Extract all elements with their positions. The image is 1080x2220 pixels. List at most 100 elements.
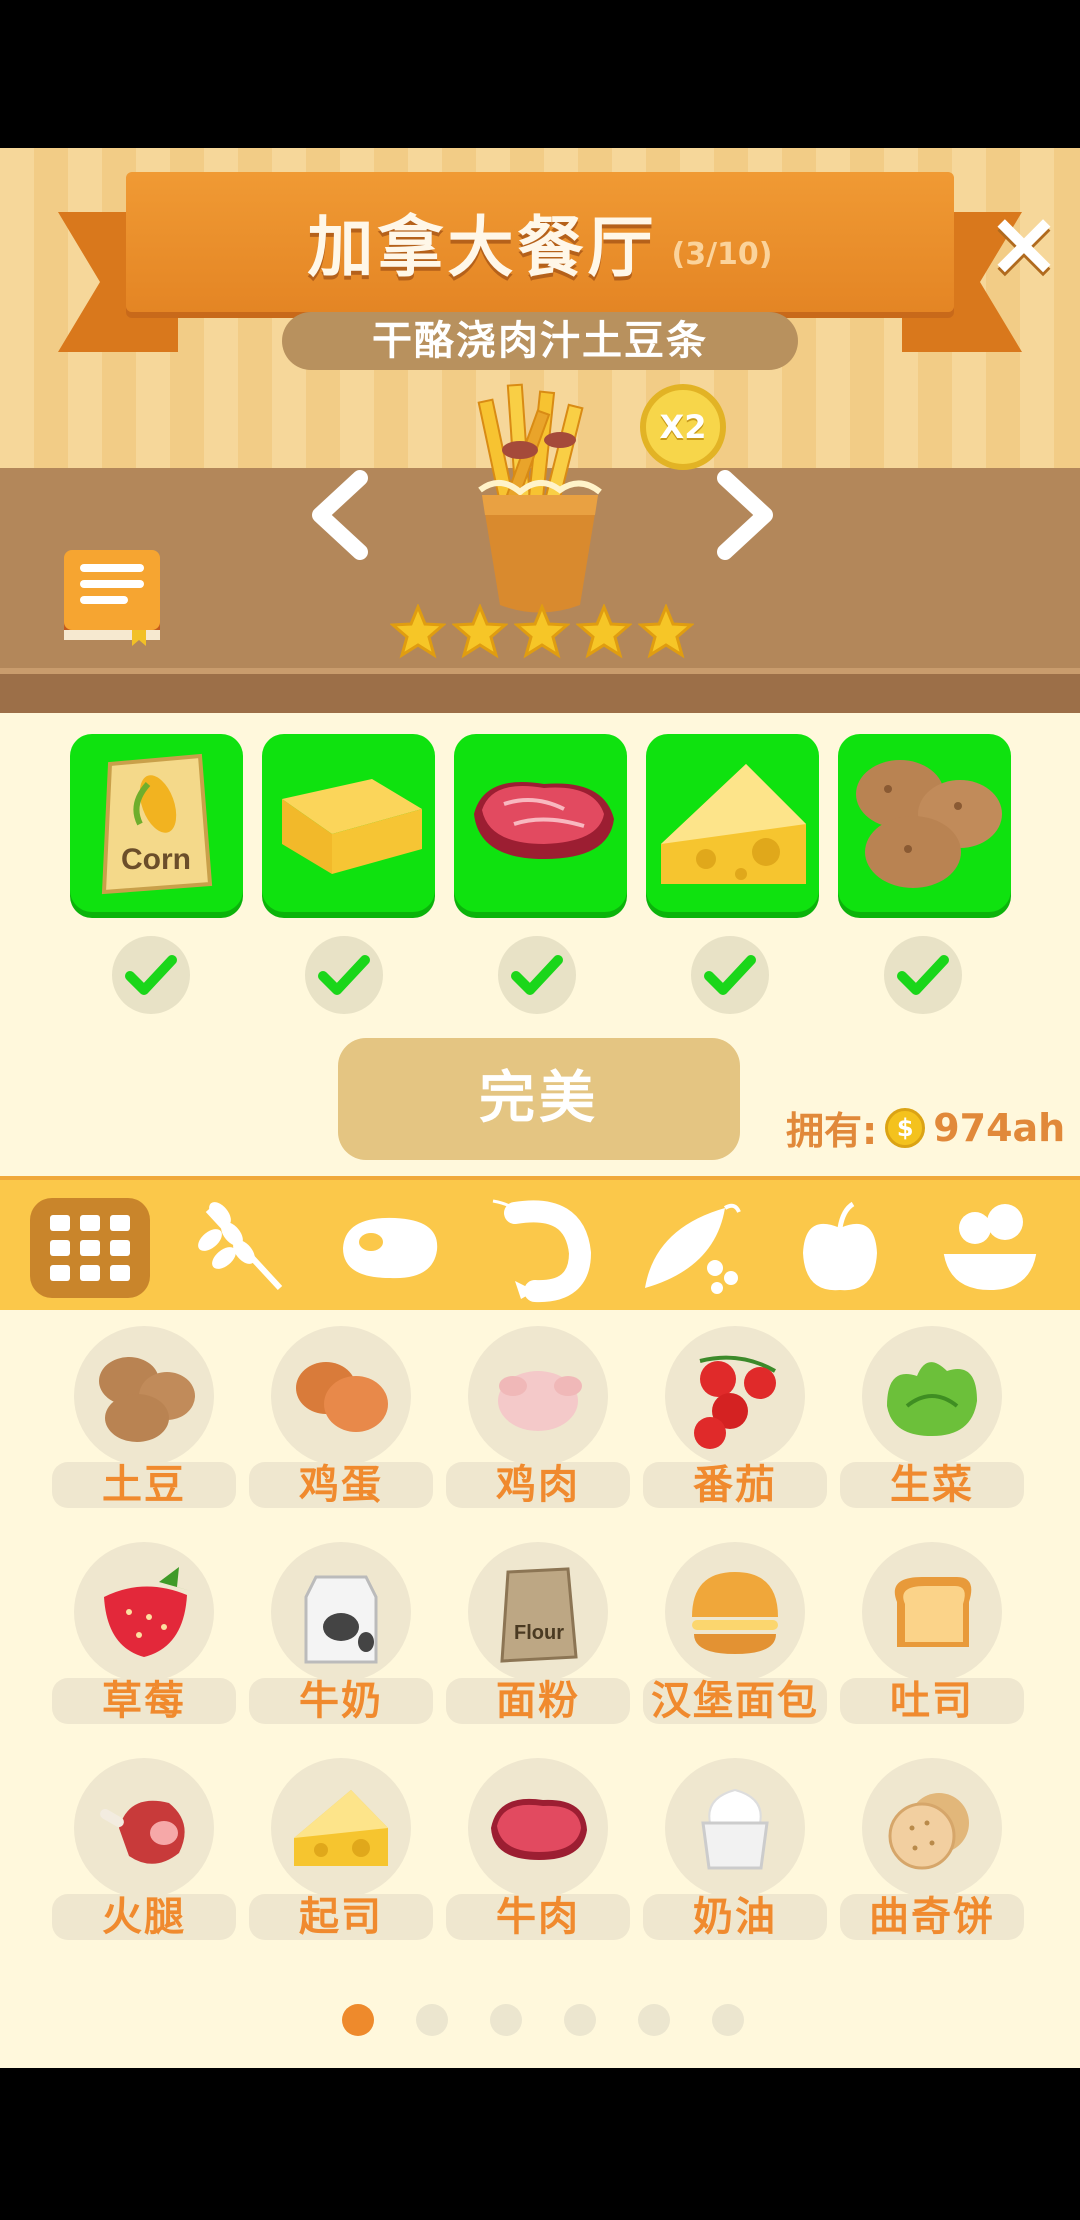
ingredient-slot-cheese[interactable]: [646, 734, 819, 912]
food-icon-container: [665, 1758, 805, 1898]
ham-icon: [100, 1800, 185, 1864]
navigation-bar-area: [0, 2068, 1080, 2220]
all-grid-icon: [50, 1215, 130, 1281]
perfect-button[interactable]: 完美: [338, 1038, 740, 1160]
food-item-chicken[interactable]: 鸡肉: [446, 1326, 630, 1508]
food-icon-container: [665, 1326, 805, 1466]
coin-icon: $: [885, 1107, 926, 1148]
food-icon-container: [862, 1758, 1002, 1898]
food-item-toast[interactable]: 吐司: [840, 1542, 1024, 1724]
status-bar-area: [0, 0, 1080, 148]
svg-text:Flour: Flour: [514, 1622, 564, 1644]
tab-fruit[interactable]: [780, 1198, 900, 1298]
food-item-milk[interactable]: 牛奶: [249, 1542, 433, 1724]
multiplier-badge[interactable]: X2: [640, 384, 726, 470]
recipe-book-icon[interactable]: [60, 546, 164, 646]
food-label: 吐司: [840, 1678, 1024, 1724]
flour-bag-icon: Flour: [500, 1567, 578, 1663]
toast-icon: [894, 1577, 972, 1647]
food-icon-container: [468, 1326, 608, 1466]
restaurant-title: 加拿大餐厅: [307, 209, 658, 286]
food-item-potato[interactable]: 土豆: [52, 1326, 236, 1508]
food-label: 生菜: [840, 1462, 1024, 1508]
page-dot[interactable]: [638, 2004, 670, 2036]
food-icon-container: Flour: [468, 1542, 608, 1682]
cream-icon: [701, 1788, 769, 1870]
food-icon-container: [271, 1326, 411, 1466]
level-progress: (3/10): [671, 236, 773, 272]
food-grid: 土豆 鸡蛋 鸡肉 番茄 生菜 草莓 牛奶 Flour 面粉 汉堡面包 吐司 火腿…: [52, 1326, 1024, 1940]
ingredient-slot-beef[interactable]: [454, 734, 627, 912]
food-item-flour[interactable]: Flour 面粉: [446, 1542, 630, 1724]
food-item-egg[interactable]: 鸡蛋: [249, 1326, 433, 1508]
title-ribbon: 加拿大餐厅 (3/10): [126, 172, 954, 312]
potato-icon: [99, 1357, 195, 1442]
strawberry-icon: [104, 1567, 191, 1657]
potatoes-icon: [856, 760, 1002, 888]
food-icon-container: [468, 1758, 608, 1898]
dish-name: 干酪浇肉汁土豆条: [282, 312, 798, 370]
page-dot-active[interactable]: [342, 2004, 374, 2036]
food-item-strawberry[interactable]: 草莓: [52, 1542, 236, 1724]
page-dot[interactable]: [490, 2004, 522, 2036]
food-icon-container: [74, 1326, 214, 1466]
page-dot[interactable]: [564, 2004, 596, 2036]
close-button[interactable]: ×: [986, 199, 1062, 289]
food-icon-container: [862, 1326, 1002, 1466]
food-icon-container: [271, 1758, 411, 1898]
ingredient-slot-butter[interactable]: [262, 734, 435, 912]
rating-stars: [390, 604, 694, 660]
ingredient-slot-corn[interactable]: Corn: [70, 734, 243, 912]
food-item-cream[interactable]: 奶油: [643, 1758, 827, 1940]
ingredient-slot-potatoes[interactable]: [838, 734, 1011, 912]
tab-vegetables[interactable]: [630, 1198, 750, 1298]
food-label: 鸡蛋: [249, 1462, 433, 1508]
food-label: 起司: [249, 1894, 433, 1940]
food-item-burger-bun[interactable]: 汉堡面包: [643, 1542, 827, 1724]
recipe-ingredients: Corn: [70, 734, 1011, 912]
check-icon: [498, 936, 576, 1014]
next-dish-arrow-icon[interactable]: [710, 470, 780, 560]
food-label: 面粉: [446, 1678, 630, 1724]
star-icon: [452, 604, 508, 659]
ingredient-checks: [112, 936, 962, 1014]
food-item-cheese[interactable]: 起司: [249, 1758, 433, 1940]
food-label: 牛奶: [249, 1678, 433, 1724]
category-tab-bar: [0, 1176, 1080, 1310]
prev-dish-arrow-icon[interactable]: [305, 470, 375, 560]
food-item-beef[interactable]: 牛肉: [446, 1758, 630, 1940]
food-item-lettuce[interactable]: 生菜: [840, 1326, 1024, 1508]
food-item-cookie[interactable]: 曲奇饼: [840, 1758, 1024, 1940]
check-icon: [691, 936, 769, 1014]
tab-seafood[interactable]: [480, 1198, 600, 1303]
food-label: 汉堡面包: [643, 1678, 827, 1724]
shelf-rail: [0, 668, 1080, 713]
check-icon: [305, 936, 383, 1014]
page-dot[interactable]: [712, 2004, 744, 2036]
tab-all[interactable]: [30, 1198, 150, 1298]
tab-grain[interactable]: [180, 1198, 300, 1298]
page-dot[interactable]: [416, 2004, 448, 2036]
food-label: 曲奇饼: [840, 1894, 1024, 1940]
check-icon: [884, 936, 962, 1014]
owned-label: 拥有:: [786, 1109, 878, 1153]
food-icon-container: [74, 1758, 214, 1898]
milk-icon: [304, 1575, 378, 1664]
svg-text:Corn: Corn: [121, 843, 191, 876]
beef-icon: [491, 1798, 587, 1860]
corn-bag-icon: Corn: [101, 753, 213, 895]
food-item-tomato[interactable]: 番茄: [643, 1326, 827, 1508]
cheese-icon: [661, 764, 806, 884]
tab-meat[interactable]: [330, 1198, 450, 1298]
cookie-icon: [888, 1793, 969, 1870]
grain-icon: [198, 1202, 283, 1291]
star-icon: [390, 604, 446, 659]
star-icon: [638, 604, 694, 659]
beef-icon: [474, 782, 614, 859]
food-label: 土豆: [52, 1462, 236, 1508]
burger-bun-icon: [692, 1572, 778, 1654]
egg-icon: [296, 1362, 388, 1432]
tab-salad[interactable]: [930, 1198, 1050, 1298]
cheese-icon: [294, 1790, 388, 1866]
food-item-ham[interactable]: 火腿: [52, 1758, 236, 1940]
